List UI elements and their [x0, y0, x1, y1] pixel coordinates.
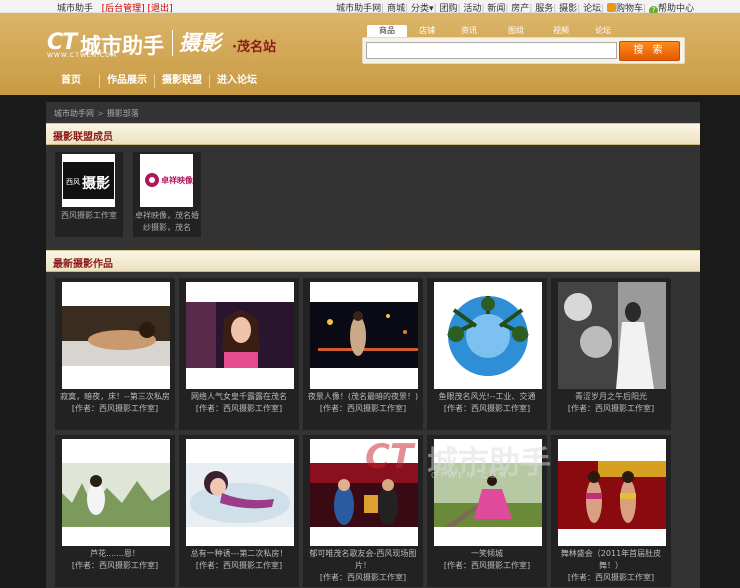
work-card[interactable]: 一笑倾城 [作者：西风摄影工作室] — [427, 435, 547, 587]
search-tab-shops[interactable]: 店铺 — [407, 25, 447, 37]
work-card[interactable]: 网络人气女皇千露露在茂名 [作者：西风摄影工作室] — [179, 278, 299, 430]
search-tab-goods[interactable]: 商品 — [367, 25, 407, 37]
work-photo[interactable] — [310, 302, 418, 368]
work-caption[interactable]: 郁可唯茂名歌友会-西风现场图片！ [作者：西风摄影工作室] — [305, 548, 421, 584]
member-name[interactable]: 西风摄影工作室 — [55, 210, 123, 222]
work-thumbnail[interactable] — [186, 282, 294, 389]
search-tab-albums[interactable]: 图组 — [496, 25, 536, 37]
members-section-header: 摄影联盟成员 — [46, 123, 700, 145]
work-thumbnail[interactable] — [310, 282, 418, 389]
work-caption[interactable]: 青涩岁月之午后阳光 [作者：西风摄影工作室] — [553, 391, 669, 415]
work-photo[interactable] — [434, 296, 542, 376]
member-card[interactable]: 卓祥映像 卓祥映像，茂名婚纱摄影，茂名 — [133, 152, 201, 237]
search-box: 搜 索 — [362, 37, 685, 64]
work-caption[interactable]: 芦花.......恩！ [作者：西风摄影工作室] — [57, 548, 173, 572]
city-title: ·茂名站 — [232, 40, 276, 55]
work-thumbnail[interactable] — [62, 439, 170, 546]
work-caption[interactable]: 夜景人像！(茂名最暗的夜景！) [作者：西风摄影工作室] — [305, 391, 421, 415]
work-card[interactable]: 夜景人像！(茂名最暗的夜景！) [作者：西风摄影工作室] — [303, 278, 423, 430]
work-caption[interactable]: 寂寞，暗夜，床！--第三次私房 [作者：西风摄影工作室] — [57, 391, 173, 415]
cart-icon — [607, 3, 617, 12]
member-logo-zhuoxiang[interactable]: 卓祥映像 — [140, 154, 193, 207]
work-card[interactable]: 芦花.......恩！ [作者：西风摄影工作室] — [55, 435, 175, 587]
work-caption[interactable]: 总有一种诱---第二次私房！ [作者：西风摄影工作室] — [181, 548, 297, 572]
main-nav: 首页 作品展示 摄影联盟 进入论坛 — [53, 74, 264, 90]
nav-forum[interactable]: 进入论坛 — [209, 74, 264, 88]
work-card[interactable]: 总有一种诱---第二次私房！ [作者：西风摄影工作室] — [179, 435, 299, 587]
works-section-title: 最新摄影作品 — [53, 259, 113, 270]
nav-alliance[interactable]: 摄影联盟 — [154, 74, 209, 88]
work-thumbnail[interactable] — [434, 282, 542, 389]
logo-divider — [172, 30, 173, 56]
work-thumbnail[interactable] — [434, 439, 542, 546]
svg-text:卓祥映像: 卓祥映像 — [161, 175, 193, 185]
members-section-title: 摄影联盟成员 — [53, 132, 113, 143]
member-name[interactable]: 卓祥映像，茂名婚纱摄影，茂名 — [133, 210, 201, 234]
work-photo[interactable] — [310, 463, 418, 527]
work-card[interactable]: 青涩岁月之午后阳光 [作者：西风摄影工作室] — [551, 278, 671, 430]
search-tab-forum[interactable]: 论坛 — [583, 25, 623, 37]
work-photo[interactable] — [62, 463, 170, 527]
channel-title: 摄影 — [179, 31, 221, 55]
work-photo[interactable] — [186, 463, 294, 527]
breadcrumb: 城市助手网 > 摄影部落 — [54, 109, 139, 118]
work-thumbnail[interactable] — [186, 439, 294, 546]
breadcrumb-current: 摄影部落 — [106, 109, 139, 118]
svg-text:摄影: 摄影 — [82, 175, 110, 192]
work-caption[interactable]: 鱼眼茂名风光!--工业、交通 [作者：西风摄影工作室] — [429, 391, 545, 415]
search-tab-videos[interactable]: 视频 — [541, 25, 581, 37]
member-logo-xifeng[interactable]: 西风 摄影 — [62, 154, 115, 207]
member-card[interactable]: 西风 摄影 西风摄影工作室 — [55, 152, 123, 237]
search-input[interactable] — [366, 42, 617, 59]
work-photo[interactable] — [434, 463, 542, 527]
work-card[interactable]: 鱼眼茂名风光!--工业、交通 [作者：西风摄影工作室] — [427, 278, 547, 430]
work-caption[interactable]: 舞林盛会（2011年首届肚皮舞！） [作者：西风摄影工作室] — [553, 548, 669, 584]
work-thumbnail[interactable] — [310, 439, 418, 546]
search-tab-news[interactable]: 资讯 — [449, 25, 489, 37]
work-photo[interactable] — [186, 302, 294, 368]
work-photo[interactable] — [558, 282, 666, 389]
work-thumbnail[interactable] — [558, 439, 666, 546]
nav-home[interactable]: 首页 — [53, 74, 99, 88]
work-photo[interactable] — [558, 461, 666, 529]
work-photo[interactable] — [62, 306, 170, 366]
work-card[interactable]: 寂寞，暗夜，床！--第三次私房 [作者：西风摄影工作室] — [55, 278, 175, 430]
work-thumbnail[interactable] — [62, 282, 170, 389]
work-card[interactable]: 舞林盛会（2011年首届肚皮舞！） [作者：西风摄影工作室] — [551, 435, 671, 587]
logo-url: WWW.CTWEN.COM — [47, 52, 118, 59]
work-caption[interactable]: 一笑倾城 [作者：西风摄影工作室] — [429, 548, 545, 572]
search-button[interactable]: 搜 索 — [619, 41, 680, 61]
work-caption[interactable]: 网络人气女皇千露露在茂名 [作者：西风摄影工作室] — [181, 391, 297, 415]
work-thumbnail[interactable] — [558, 282, 666, 389]
svg-text:西风: 西风 — [66, 178, 80, 186]
nav-works[interactable]: 作品展示 — [99, 74, 154, 88]
works-section-header: 最新摄影作品 — [46, 250, 700, 272]
top-utility-bar: 城市助手 [后台管理] [退出] 城市助手网| 商城| 分类▾| 团购| 活动|… — [0, 0, 740, 15]
breadcrumb-home[interactable]: 城市助手网 — [54, 109, 94, 118]
work-card[interactable]: 郁可唯茂名歌友会-西风现场图片！ [作者：西风摄影工作室] — [303, 435, 423, 587]
